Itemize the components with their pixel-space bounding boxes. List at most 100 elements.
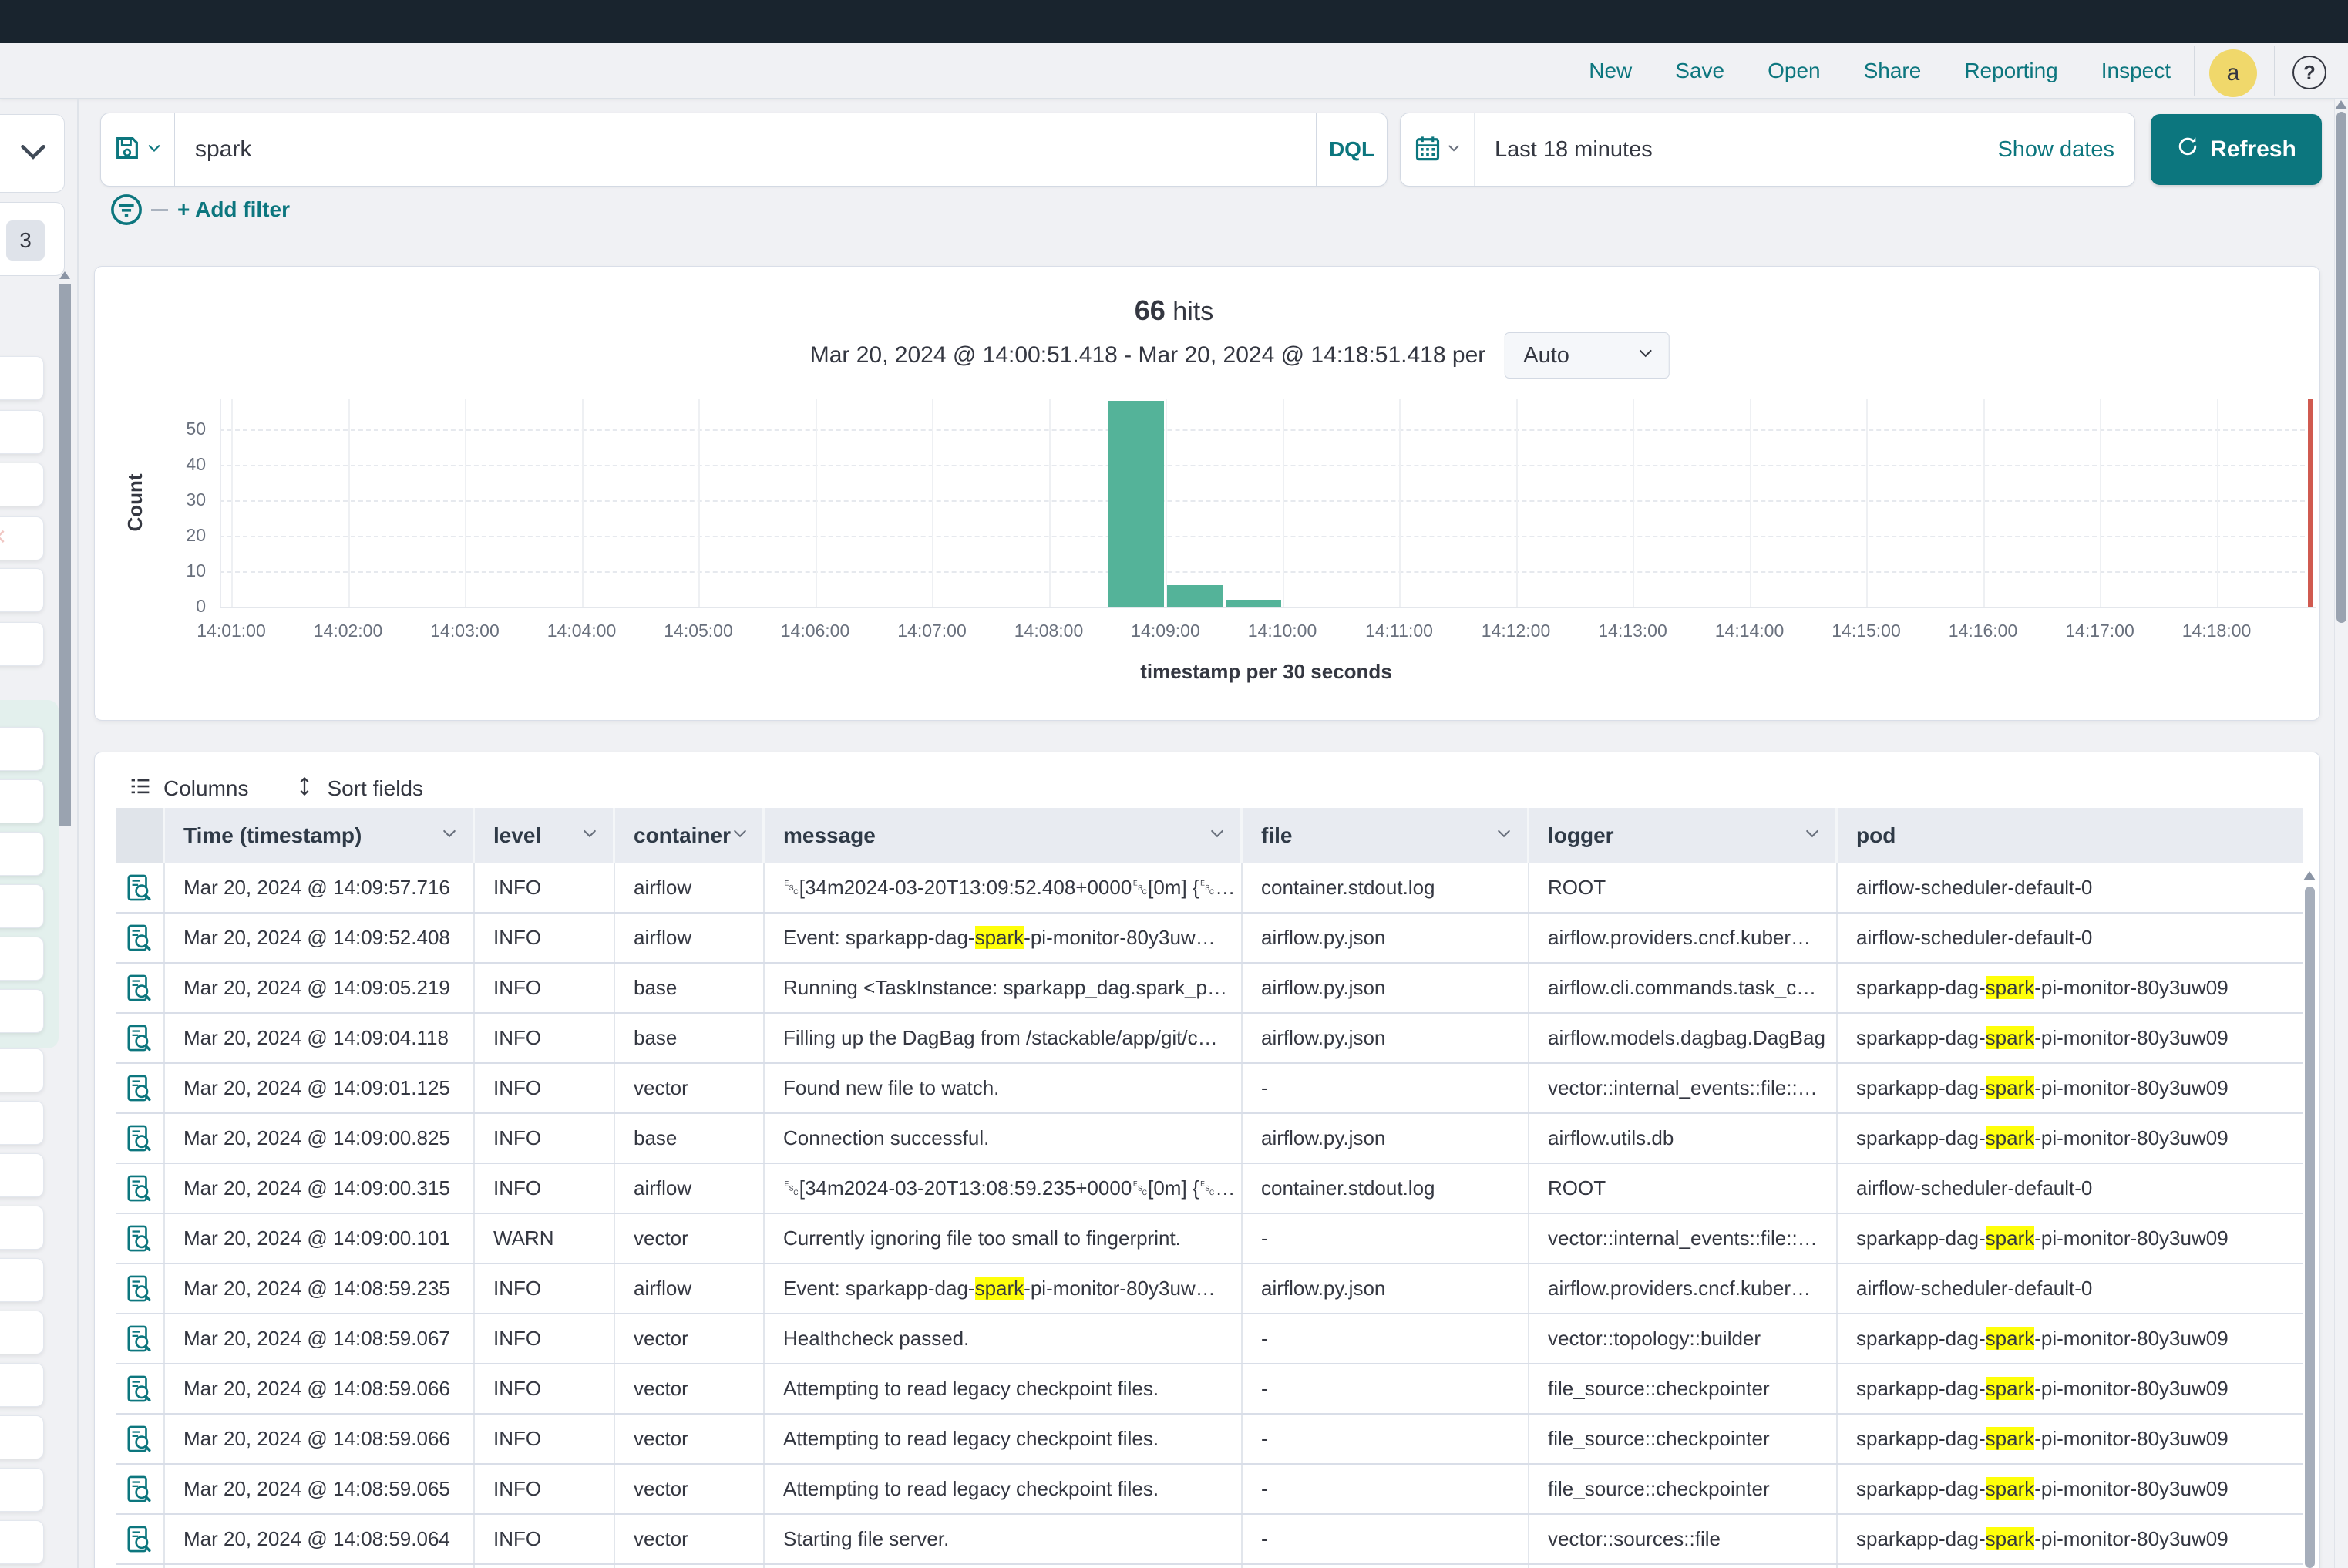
search-input[interactable]: spark — [175, 136, 1316, 163]
cell-file: - — [1243, 1064, 1529, 1112]
page-scrollbar[interactable] — [2336, 112, 2346, 623]
x-tick-label: 14:09:00 — [1108, 621, 1223, 641]
x-gridline — [1983, 399, 1985, 607]
cell-time: Mar 20, 2024 @ 14:09:05.219 — [165, 964, 475, 1012]
nav-link-new[interactable]: New — [1589, 59, 1632, 83]
field-item-card[interactable] — [0, 410, 44, 454]
field-item-card[interactable] — [0, 1468, 44, 1512]
field-item-card[interactable] — [0, 832, 44, 876]
inspect-document-icon[interactable] — [116, 1164, 165, 1213]
table-row: Mar 20, 2024 @ 14:09:04.118INFObaseFilli… — [116, 1014, 2303, 1064]
sidebar-scrollbar[interactable] — [59, 284, 71, 826]
cell-container: vector — [615, 1465, 765, 1513]
cell-message: Running <TaskInstance: sparkapp_dag.spar… — [765, 964, 1243, 1012]
field-item-card[interactable] — [0, 727, 44, 771]
interval-select[interactable]: Auto — [1504, 332, 1669, 379]
help-icon[interactable]: ? — [2292, 56, 2326, 89]
nav-link-inspect[interactable]: Inspect — [2101, 59, 2171, 83]
cell-file: airflow.py.json — [1243, 964, 1529, 1012]
y-gridline — [220, 465, 2313, 466]
field-item-card[interactable] — [0, 463, 44, 506]
column-header-level[interactable]: level — [475, 808, 615, 863]
field-item-card[interactable] — [0, 1101, 44, 1145]
y-axis-line — [220, 399, 221, 607]
table-scrollbar-up-arrow[interactable] — [2303, 871, 2316, 880]
field-item-card[interactable] — [0, 1363, 44, 1407]
table-row: Mar 20, 2024 @ 14:09:57.716INFOairflow␛[… — [116, 863, 2303, 914]
discover-page: New Save Open Share Reporting Inspect a ? spa… — [0, 0, 2348, 1568]
chevron-down-icon — [1208, 823, 1226, 848]
field-item-card[interactable] — [0, 1206, 44, 1250]
add-filter-button[interactable]: + Add filter — [177, 197, 290, 222]
query-language-button[interactable]: DQL — [1316, 113, 1387, 186]
field-item-card[interactable] — [0, 1048, 44, 1092]
table-scrollbar[interactable] — [2305, 887, 2315, 1568]
inspect-document-icon[interactable] — [116, 1515, 165, 1563]
page-scrollbar-up-arrow[interactable] — [2335, 100, 2347, 109]
field-item-card[interactable] — [0, 1258, 44, 1302]
inspect-document-icon[interactable] — [116, 1064, 165, 1112]
saved-query-button[interactable] — [101, 113, 175, 186]
cell-logger: vector::internal_events::file::… — [1529, 1064, 1838, 1112]
timerange-value[interactable]: Last 18 minutes — [1475, 137, 1997, 163]
calendar-button[interactable] — [1401, 113, 1475, 186]
cell-logger: airflow.providers.cncf.kuber… — [1529, 914, 1838, 962]
field-item-card[interactable]: × — [0, 516, 44, 560]
cell-level: INFO — [475, 964, 615, 1012]
field-item-card[interactable] — [0, 356, 44, 400]
cell-pod: sparkapp-dag-spark-pi-monitor-80y3uw09 — [1838, 1064, 2303, 1112]
inspect-document-icon[interactable] — [116, 1214, 165, 1263]
field-item-card[interactable] — [0, 779, 44, 823]
column-header-time-timestamp-[interactable]: Time (timestamp) — [165, 808, 475, 863]
table-row: Mar 20, 2024 @ 14:09:01.125INFOvectorFou… — [116, 1064, 2303, 1114]
y-tick-label: 20 — [152, 525, 206, 546]
inspect-document-icon[interactable] — [116, 1465, 165, 1513]
cell-file — [1243, 1565, 1529, 1568]
sidebar-scrollbar-up-arrow[interactable] — [59, 271, 70, 279]
nav-link-save[interactable]: Save — [1675, 59, 1724, 83]
field-item-card[interactable] — [0, 622, 44, 666]
column-header-file[interactable]: file — [1243, 808, 1529, 863]
columns-button[interactable]: Columns — [130, 776, 248, 803]
refresh-button[interactable]: Refresh — [2151, 114, 2322, 185]
inspect-document-icon[interactable] — [116, 1415, 165, 1463]
columns-icon — [130, 776, 151, 803]
inspect-document-icon[interactable] — [116, 1314, 165, 1363]
field-item-card[interactable] — [0, 937, 44, 981]
column-header-container[interactable]: container — [615, 808, 765, 863]
show-dates-button[interactable]: Show dates — [1997, 137, 2134, 163]
field-item-card[interactable] — [0, 568, 44, 612]
column-header-pod[interactable]: pod — [1838, 808, 2303, 863]
field-item-card[interactable] — [0, 1520, 44, 1564]
avatar[interactable]: a — [2209, 49, 2257, 97]
inspect-document-icon[interactable] — [116, 1114, 165, 1163]
column-header-logger[interactable]: logger — [1529, 808, 1838, 863]
field-item-card[interactable] — [0, 1311, 44, 1354]
table-header-row: Time (timestamp)levelcontainermessagefil… — [116, 808, 2303, 863]
cell-level: INFO — [475, 1364, 615, 1413]
field-item-card[interactable] — [0, 1153, 44, 1197]
field-item-card[interactable] — [0, 1415, 44, 1459]
sort-fields-button[interactable]: Sort fields — [294, 776, 423, 802]
cell-file: - — [1243, 1214, 1529, 1263]
sidebar-collapse-button[interactable] — [0, 114, 65, 193]
field-item-card[interactable] — [0, 884, 44, 928]
chevron-down-icon — [1803, 823, 1822, 848]
cell-pod: sparkapp-dag-spark-pi-monitor-80y3uw09 — [1838, 1314, 2303, 1363]
nav-link-share[interactable]: Share — [1864, 59, 1922, 83]
field-item-card[interactable] — [0, 989, 44, 1033]
inspect-document-icon[interactable] — [116, 964, 165, 1012]
cell-pod: sparkapp-dag-spark-pi-monitor-80y3uw09 — [1838, 1214, 2303, 1263]
x-gridline — [1633, 399, 1634, 607]
nav-link-reporting[interactable]: Reporting — [1964, 59, 2057, 83]
filter-icon[interactable] — [109, 193, 143, 227]
column-header-message[interactable]: message — [765, 808, 1243, 863]
cell-level: INFO — [475, 1314, 615, 1363]
inspect-document-icon[interactable] — [116, 863, 165, 912]
inspect-document-icon[interactable] — [116, 1364, 165, 1413]
inspect-document-icon[interactable] — [116, 1014, 165, 1062]
inspect-document-icon[interactable] — [116, 914, 165, 962]
nav-link-open[interactable]: Open — [1768, 59, 1821, 83]
chevron-down-icon — [1446, 140, 1462, 160]
inspect-document-icon[interactable] — [116, 1264, 165, 1313]
